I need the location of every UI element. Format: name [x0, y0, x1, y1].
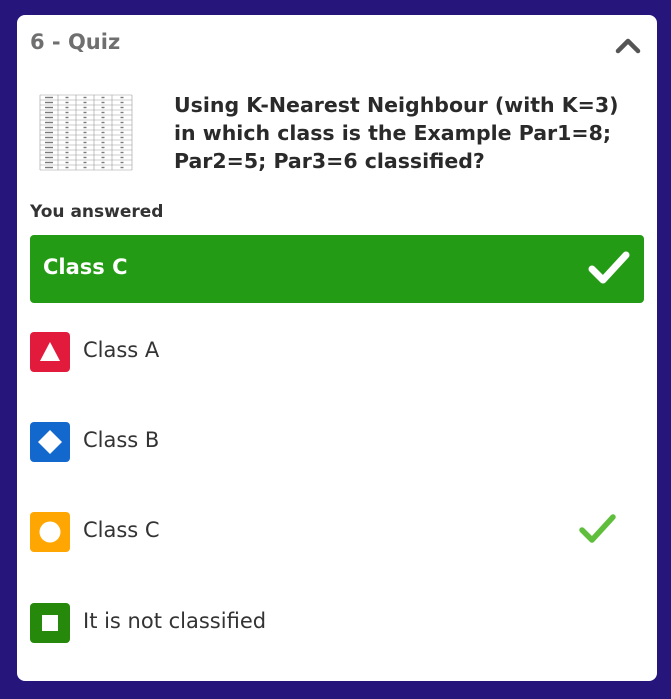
triangle-icon	[30, 332, 70, 372]
chevron-up-icon	[615, 38, 641, 54]
circle-icon	[30, 512, 70, 552]
selected-answer-bar: Class C	[30, 235, 644, 303]
option-label: It is not classified	[83, 609, 267, 633]
option-class-b[interactable]: Class B	[30, 420, 630, 464]
quiz-card: 6 - Quiz Using K-Nearest Neighbour (with…	[17, 15, 657, 681]
data-table-thumbnail	[34, 89, 138, 171]
question-row: Using K-Nearest Neighbour (with K=3) in …	[30, 85, 650, 195]
option-not-classified[interactable]: It is not classified	[30, 601, 630, 645]
diamond-icon	[30, 422, 70, 462]
quiz-header: 6 - Quiz	[17, 15, 657, 73]
correct-checkmark-icon	[579, 514, 616, 543]
collapse-button[interactable]	[615, 35, 641, 55]
quiz-title: 6 - Quiz	[30, 30, 121, 54]
selected-answer-text: Class C	[43, 255, 128, 279]
you-answered-label: You answered	[30, 202, 164, 222]
checkmark-icon	[588, 251, 630, 284]
option-label: Class C	[83, 518, 160, 542]
option-class-a[interactable]: Class A	[30, 330, 630, 374]
option-label: Class A	[83, 338, 160, 362]
option-class-c[interactable]: Class C	[30, 510, 630, 554]
question-image[interactable]	[34, 89, 138, 171]
question-text: Using K-Nearest Neighbour (with K=3) in …	[174, 93, 619, 173]
square-icon	[30, 603, 70, 643]
option-label: Class B	[83, 428, 160, 452]
